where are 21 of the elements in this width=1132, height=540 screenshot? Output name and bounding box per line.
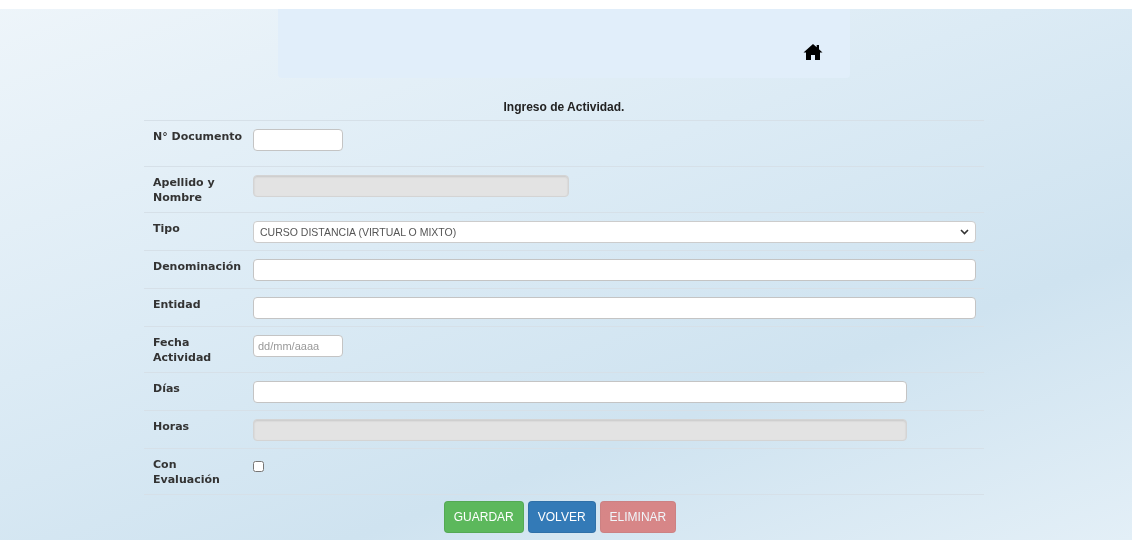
type-select[interactable]: CURSO DISTANCIA (VIRTUAL O MIXTO) — [253, 221, 976, 243]
field-label: Denominación — [152, 259, 243, 274]
input-field[interactable] — [253, 297, 976, 319]
action-button[interactable]: VOLVER — [527, 501, 596, 533]
field-label: Entidad — [152, 297, 202, 312]
input-field[interactable] — [253, 381, 907, 403]
home-icon[interactable] — [803, 43, 823, 61]
field-label: Apellido y Nombre — [152, 175, 216, 205]
action-button[interactable]: GUARDAR — [443, 501, 524, 533]
input-field[interactable] — [253, 259, 976, 281]
field-label: Tipo — [152, 221, 181, 236]
field-label: Horas — [152, 419, 191, 434]
field-label: Con Evaluación — [152, 457, 221, 487]
field-label: N° Documento — [152, 129, 244, 144]
field-label: Fecha Actividad — [152, 335, 213, 365]
form-title: Ingreso de Actividad. — [144, 96, 984, 121]
date-field[interactable]: dd/mm/aaaa — [253, 335, 343, 357]
chevron-down-icon — [960, 229, 969, 235]
input-field[interactable] — [253, 129, 343, 151]
field-label: Días — [152, 381, 181, 396]
checkbox[interactable] — [253, 461, 264, 472]
